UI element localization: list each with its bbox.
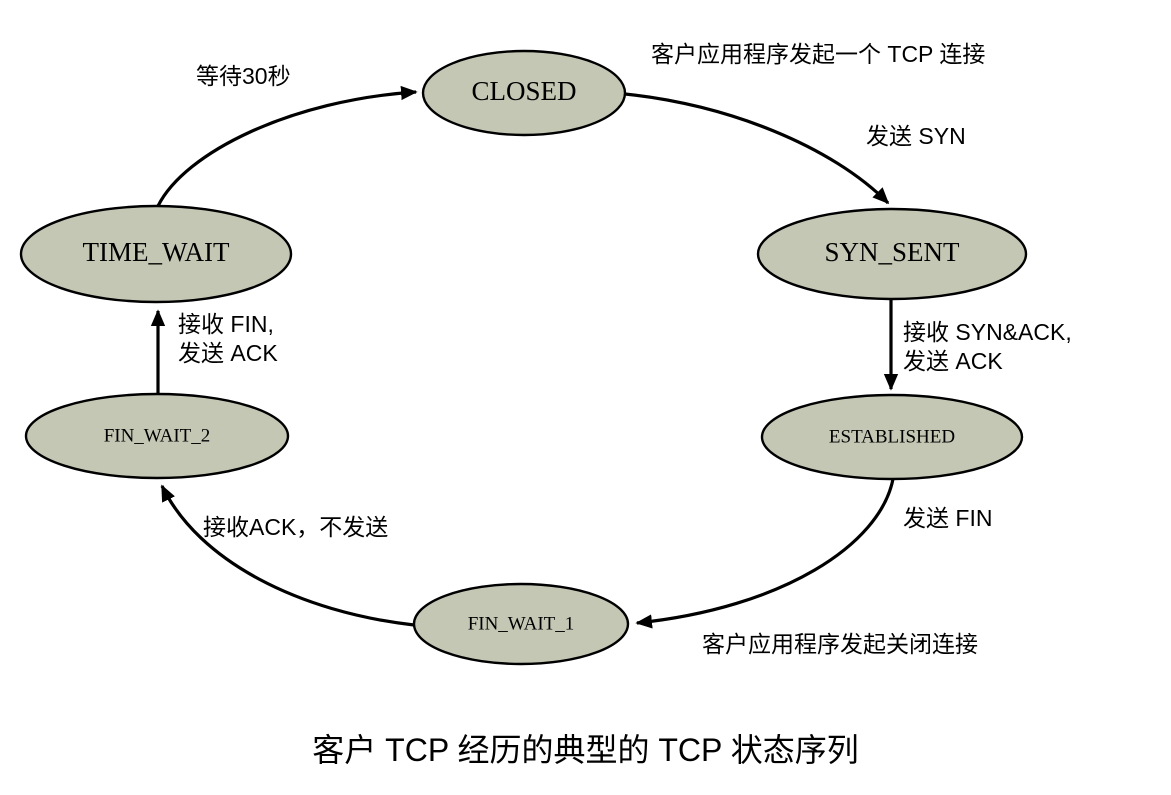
- state-node-fin_wait_2[interactable]: FIN_WAIT_2: [24, 392, 290, 480]
- state-node-fin_wait_1[interactable]: FIN_WAIT_1: [412, 582, 630, 666]
- edge-label-closed-to-syn_sent-1: 发送 SYN: [866, 123, 966, 149]
- state-node-time_wait[interactable]: TIME_WAIT: [19, 204, 293, 304]
- state-label-established: ESTABLISHED: [829, 426, 955, 447]
- edge-label-fin_wait_2-to-time_wait-0: 接收 FIN, 发送 ACK: [178, 311, 278, 366]
- edge-label-established-to-fin_wait_1-1: 客户应用程序发起关闭连接: [702, 631, 978, 657]
- state-label-fin_wait_1: FIN_WAIT_1: [468, 613, 575, 634]
- edge-established-to-fin_wait_1: [635, 478, 895, 629]
- state-node-syn_sent[interactable]: SYN_SENT: [756, 207, 1028, 301]
- tcp-state-diagram: CLOSED SYN_SENT ESTABLISHED FIN_WAIT_1 FIN_W…: [0, 0, 1171, 795]
- state-node-established[interactable]: ESTABLISHED: [760, 393, 1024, 481]
- edge-closed-to-syn_sent: [624, 92, 890, 205]
- diagram-canvas: CLOSED SYN_SENT ESTABLISHED FIN_WAIT_1 FIN_W…: [19, 49, 1028, 666]
- state-label-syn_sent: SYN_SENT: [824, 237, 960, 267]
- edge-time_wait-to-closed: [156, 85, 418, 207]
- edge-label-established-to-fin_wait_1-0: 发送 FIN: [903, 505, 993, 531]
- figure-caption: 客户 TCP 经历的典型的 TCP 状态序列: [312, 732, 859, 768]
- edge-label-syn_sent-to-established-0: 接收 SYN&ACK, 发送 ACK: [903, 319, 1072, 374]
- state-node-closed[interactable]: CLOSED: [421, 49, 627, 137]
- edge-label-time_wait-to-closed-0: 等待30秒: [196, 63, 291, 89]
- state-label-fin_wait_2: FIN_WAIT_2: [104, 425, 211, 446]
- edge-label-fin_wait_1-to-fin_wait_2-0: 接收ACK，不发送: [203, 514, 389, 540]
- edge-fin_wait_1-to-fin_wait_2: [160, 484, 415, 627]
- edge-label-closed-to-syn_sent-0: 客户应用程序发起一个 TCP 连接: [651, 41, 986, 67]
- state-label-time_wait: TIME_WAIT: [83, 237, 230, 267]
- state-label-closed: CLOSED: [471, 76, 576, 106]
